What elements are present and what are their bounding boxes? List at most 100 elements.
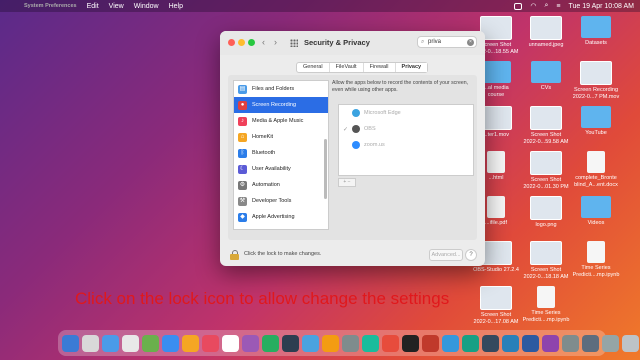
- dock-app-icon[interactable]: [402, 334, 419, 352]
- desktop-icon[interactable]: Datasets: [570, 16, 622, 47]
- dock-app-icon[interactable]: [462, 334, 479, 352]
- back-icon[interactable]: ‹: [262, 37, 265, 47]
- dock-app-icon[interactable]: [242, 334, 259, 352]
- sidebar-item-apple-advertising[interactable]: ◆ Apple Advertising: [234, 209, 328, 225]
- menu-view[interactable]: View: [109, 3, 124, 10]
- sidebar-scrollbar[interactable]: [324, 139, 327, 199]
- dock-app-icon[interactable]: [582, 334, 599, 352]
- app-row-microsoft-edge[interactable]: Microsoft Edge: [339, 105, 473, 121]
- apple-icon[interactable]: [4, 2, 12, 10]
- menu-window[interactable]: Window: [134, 3, 159, 10]
- dock-app-icon[interactable]: [542, 334, 559, 352]
- document-icon: [587, 241, 605, 263]
- privacy-sidebar[interactable]: ▤ Files and Folders ● Screen Recording ♪ Medi…: [233, 80, 329, 230]
- tools-icon: ⚒: [238, 196, 247, 206]
- dock-app-icon[interactable]: [562, 334, 579, 352]
- music-icon: ♪: [238, 116, 247, 126]
- forward-icon[interactable]: ›: [274, 37, 277, 47]
- fullscreen-button[interactable]: [248, 39, 255, 46]
- help-button[interactable]: ?: [465, 249, 477, 261]
- desktop-icon[interactable]: Time Series Predicti....mp.ipynb: [520, 286, 572, 323]
- dock-app-icon[interactable]: [342, 334, 359, 352]
- desktop-icon-label: unnamed.jpeg: [528, 42, 564, 48]
- desktop-icon[interactable]: unnamed.jpeg: [520, 16, 572, 49]
- menu-edit[interactable]: Edit: [87, 3, 99, 10]
- dock-app-icon[interactable]: [302, 334, 319, 352]
- dock-app-icon[interactable]: [522, 334, 539, 352]
- dock-app-icon[interactable]: [102, 334, 119, 352]
- panel-description: Allow the apps below to record the conte…: [332, 80, 469, 93]
- desktop-icon[interactable]: Videos: [570, 196, 622, 227]
- sidebar-item-user-availability[interactable]: ☾ User Availability: [234, 161, 328, 177]
- sidebar-item-developer-tools[interactable]: ⚒ Developer Tools: [234, 193, 328, 209]
- dock-app-icon[interactable]: [82, 334, 99, 352]
- dock-app-icon[interactable]: [182, 334, 199, 352]
- menubar-clock[interactable]: Tue 19 Apr 10:08 AM: [568, 3, 634, 10]
- folder-icon: [581, 106, 611, 128]
- desktop-icon[interactable]: Time Series Predicti....mp.ipynb: [570, 241, 622, 278]
- dock-app-icon[interactable]: [482, 334, 499, 352]
- desktop-icon[interactable]: Screen Shot 2022-0...59.58 AM: [520, 106, 572, 145]
- show-all-grid-icon[interactable]: [290, 39, 298, 47]
- dock-app-icon[interactable]: [502, 334, 519, 352]
- desktop-icon-label: Videos: [587, 220, 605, 226]
- wifi-icon[interactable]: ◠: [530, 2, 536, 10]
- dock-app-icon[interactable]: [202, 334, 219, 352]
- desktop-icon[interactable]: Screen Recording 2022-0...7 PM.mov: [570, 61, 622, 100]
- home-icon: ⌂: [238, 132, 247, 142]
- tab-firewall[interactable]: Firewall: [364, 63, 396, 72]
- desktop-icon[interactable]: YouTube: [570, 106, 622, 137]
- sidebar-item-bluetooth[interactable]: ᛒ Bluetooth: [234, 145, 328, 161]
- dock-app-icon[interactable]: [322, 334, 339, 352]
- dock-app-icon[interactable]: [262, 334, 279, 352]
- tab-general[interactable]: General: [297, 63, 330, 72]
- tab-privacy[interactable]: Privacy: [395, 63, 428, 72]
- control-center-icon[interactable]: ≡: [556, 3, 560, 10]
- app-row-obs[interactable]: ✓ OBS: [339, 121, 473, 137]
- dock-app-icon[interactable]: [602, 334, 619, 352]
- desktop-icon-label: Screen Shot 2022-0...59.58 AM: [523, 132, 569, 145]
- dock-app-icon[interactable]: [422, 334, 439, 352]
- menu-help[interactable]: Help: [169, 3, 183, 10]
- dock-app-icon[interactable]: [442, 334, 459, 352]
- lock-hint-text: Click the lock to make changes.: [244, 251, 322, 257]
- dock-app-icon[interactable]: [122, 334, 139, 352]
- app-row-zoom-us[interactable]: zoom.us: [339, 137, 473, 153]
- clear-search-icon[interactable]: ×: [467, 38, 474, 46]
- minimize-button[interactable]: [238, 39, 245, 46]
- dock-app-icon[interactable]: [162, 334, 179, 352]
- tab-filevault[interactable]: FileVault: [330, 63, 364, 72]
- desktop-icon[interactable]: Screen Shot 2022-0...17.08 AM: [470, 286, 522, 325]
- sidebar-item-media-apple-music[interactable]: ♪ Media & Apple Music: [234, 113, 328, 129]
- app-checkbox[interactable]: ✓: [343, 126, 348, 133]
- desktop-icon[interactable]: logo.png: [520, 196, 572, 229]
- sidebar-item-automation[interactable]: ⚙ Automation: [234, 177, 328, 193]
- desktop-icon[interactable]: Screen Shot 2022-0...18.18 AM: [520, 241, 572, 280]
- dock-app-icon[interactable]: [62, 334, 79, 352]
- search-icon[interactable]: ⌕: [544, 2, 548, 10]
- sidebar-item-screen-recording[interactable]: ● Screen Recording: [234, 97, 328, 113]
- desktop-icon[interactable]: Screen Shot 2022-0...01.30 PM: [520, 151, 572, 190]
- sidebar-item-label: Apple Advertising: [252, 214, 295, 220]
- dock-app-icon[interactable]: [282, 334, 299, 352]
- close-button[interactable]: [228, 39, 235, 46]
- title-bar[interactable]: ‹ › Security & Privacy ⌕ priva ×: [220, 31, 485, 55]
- desktop-icon[interactable]: CVs: [520, 61, 572, 92]
- search-field[interactable]: ⌕ priva ×: [417, 36, 477, 48]
- sidebar-item-files-and-folders[interactable]: ▤ Files and Folders: [234, 81, 328, 97]
- app-list[interactable]: Microsoft Edge ✓ OBS zoom.us: [338, 104, 474, 176]
- add-remove-buttons[interactable]: + −: [338, 178, 356, 187]
- document-icon: [487, 151, 505, 173]
- lock-icon[interactable]: [230, 250, 239, 260]
- dock-app-icon[interactable]: [382, 334, 399, 352]
- battery-icon[interactable]: [514, 2, 523, 10]
- menu-app-name[interactable]: System Preferences: [20, 0, 77, 14]
- dock-app-icon[interactable]: [222, 334, 239, 352]
- desktop-icon[interactable]: complete_Bronte blind_A...ent.docx: [570, 151, 622, 188]
- desktop-icon-label: Datasets: [585, 40, 607, 46]
- dock-app-icon[interactable]: [622, 334, 639, 352]
- dock-app-icon[interactable]: [142, 334, 159, 352]
- advanced-button[interactable]: Advanced...: [429, 249, 463, 261]
- dock-app-icon[interactable]: [362, 334, 379, 352]
- sidebar-item-homekit[interactable]: ⌂ HomeKit: [234, 129, 328, 145]
